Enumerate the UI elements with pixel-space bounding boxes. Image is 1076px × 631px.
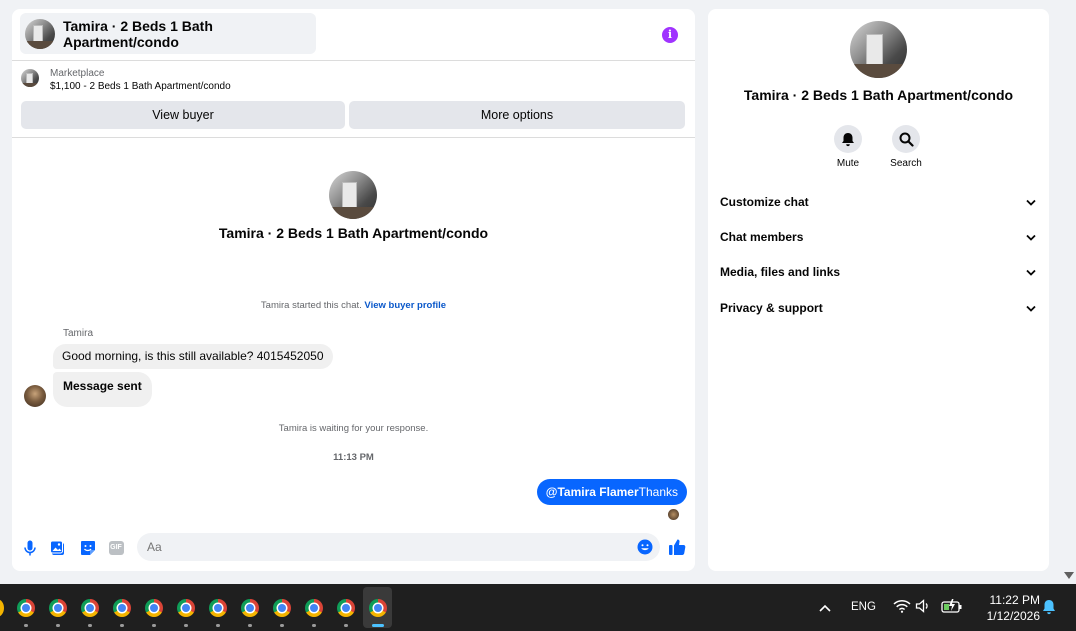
outgoing-message-text: Thanks xyxy=(638,485,678,499)
menu-item-label: Customize chat xyxy=(720,195,809,209)
bell-icon xyxy=(842,132,854,146)
header-divider xyxy=(12,60,695,61)
incoming-message[interactable]: Message sent xyxy=(53,372,152,407)
taskbar: ENG 11:22 PM 1/12/2026 xyxy=(0,584,1076,631)
thumbs-up-icon[interactable] xyxy=(668,538,686,561)
emoji-icon[interactable] xyxy=(637,539,653,560)
sender-name: Tamira xyxy=(63,328,94,339)
marketplace-listing[interactable]: Marketplace $1,100 - 2 Beds 1 Bath Apart… xyxy=(21,67,231,94)
seen-avatar xyxy=(668,509,679,520)
menu-customize-chat[interactable]: Customize chat xyxy=(720,191,1036,213)
outgoing-message[interactable]: @Tamira FlamerThanks xyxy=(536,479,687,505)
sticker-icon[interactable] xyxy=(80,540,96,556)
more-options-button[interactable]: More options xyxy=(349,101,685,129)
info-icon[interactable]: i xyxy=(662,27,678,43)
chrome-icon[interactable] xyxy=(81,599,99,617)
notification-bell-icon[interactable] xyxy=(1042,599,1056,620)
view-buyer-profile-link[interactable]: View buyer profile xyxy=(364,300,446,311)
chat-started-notice: Tamira started this chat. View buyer pro… xyxy=(12,300,695,311)
menu-privacy-support[interactable]: Privacy & support xyxy=(720,297,1036,319)
running-app-indicator xyxy=(88,624,92,627)
chevron-down-icon xyxy=(1026,269,1036,276)
chrome-icon[interactable] xyxy=(177,599,195,617)
buttons-divider xyxy=(12,137,695,138)
listing-summary: $1,100 - 2 Beds 1 Bath Apartment/condo xyxy=(50,81,231,92)
menu-item-label: Media, files and links xyxy=(720,265,841,279)
chat-panel: Tamira · 2 Beds 1 Bath Apartment/condo i… xyxy=(12,9,695,571)
marketplace-label: Marketplace xyxy=(50,68,105,79)
chrome-icon[interactable] xyxy=(273,599,291,617)
mention-tag[interactable]: @Tamira Flamer xyxy=(546,485,639,499)
message-timestamp: 11:13 PM xyxy=(333,452,374,463)
running-app-indicator xyxy=(344,624,348,627)
running-app-indicator xyxy=(120,624,124,627)
chrome-icon[interactable] xyxy=(337,599,355,617)
running-app-indicator xyxy=(24,624,28,627)
chevron-down-icon xyxy=(1026,234,1036,241)
menu-chat-members[interactable]: Chat members xyxy=(720,226,1036,248)
chrome-icon[interactable] xyxy=(17,599,35,617)
info-name: Tamira · 2 Beds 1 Bath Apartment/condo xyxy=(743,87,1014,103)
active-app-indicator xyxy=(372,624,384,627)
running-app-indicator xyxy=(280,624,284,627)
mute-label: Mute xyxy=(836,158,860,169)
running-app-indicator xyxy=(312,624,316,627)
search-icon xyxy=(899,132,914,147)
microphone-icon[interactable] xyxy=(22,540,38,556)
chat-started-text: Tamira started this chat. xyxy=(260,300,362,311)
chrome-icon[interactable] xyxy=(145,599,163,617)
clock-date: 1/12/2026 xyxy=(986,609,1040,623)
clock[interactable]: 11:22 PM 1/12/2026 xyxy=(970,592,1040,624)
incoming-message[interactable]: Good morning, is this still available? 4… xyxy=(53,344,333,369)
chat-center-name: Tamira · 2 Beds 1 Bath Apartment/condo xyxy=(218,225,489,241)
language-indicator[interactable]: ENG xyxy=(851,601,876,613)
chrome-icon[interactable] xyxy=(49,599,67,617)
chrome-icon[interactable] xyxy=(113,599,131,617)
view-buyer-button[interactable]: View buyer xyxy=(21,101,345,129)
photo-gallery-icon[interactable] xyxy=(50,540,66,556)
message-composer: GIF xyxy=(12,533,695,563)
chrome-icon[interactable] xyxy=(369,599,387,617)
chat-title: Tamira · 2 Beds 1 Bath Apartment/condo xyxy=(63,17,213,50)
chevron-down-icon xyxy=(1026,199,1036,206)
running-app-indicator xyxy=(216,624,220,627)
search-label: Search xyxy=(890,158,922,169)
taskbar-app-icon[interactable] xyxy=(0,599,4,617)
chevron-up-icon[interactable] xyxy=(818,600,832,618)
running-app-indicator xyxy=(248,624,252,627)
running-app-indicator xyxy=(184,624,188,627)
gif-label: GIF xyxy=(108,541,124,555)
clock-time: 11:22 PM xyxy=(989,593,1040,607)
sender-avatar[interactable] xyxy=(24,385,46,407)
message-input[interactable] xyxy=(137,533,660,561)
listing-avatar xyxy=(25,18,55,49)
scroll-down-arrow[interactable] xyxy=(1064,572,1074,579)
running-app-indicator xyxy=(56,624,60,627)
gif-icon[interactable]: GIF xyxy=(108,540,124,556)
chevron-down-icon xyxy=(1026,305,1036,312)
menu-media-files-links[interactable]: Media, files and links xyxy=(720,261,1036,283)
chat-header[interactable]: Tamira · 2 Beds 1 Bath Apartment/condo xyxy=(20,13,316,54)
battery-charging-icon[interactable] xyxy=(941,598,963,619)
volume-icon[interactable] xyxy=(915,599,931,618)
running-app-indicator xyxy=(152,624,156,627)
wifi-icon[interactable] xyxy=(893,599,911,618)
info-avatar[interactable] xyxy=(850,21,907,78)
chrome-icon[interactable] xyxy=(241,599,259,617)
search-button[interactable]: Search xyxy=(886,125,926,169)
chrome-icon[interactable] xyxy=(305,599,323,617)
menu-item-label: Chat members xyxy=(720,230,804,244)
mute-button[interactable]: Mute xyxy=(828,125,868,169)
listing-thumbnail xyxy=(21,69,39,87)
chrome-icon[interactable] xyxy=(209,599,227,617)
waiting-notice: Tamira is waiting for your response. xyxy=(278,423,429,434)
menu-item-label: Privacy & support xyxy=(720,301,823,315)
chat-info-panel: Tamira · 2 Beds 1 Bath Apartment/condo M… xyxy=(708,9,1049,571)
chat-center-avatar[interactable] xyxy=(329,171,377,219)
